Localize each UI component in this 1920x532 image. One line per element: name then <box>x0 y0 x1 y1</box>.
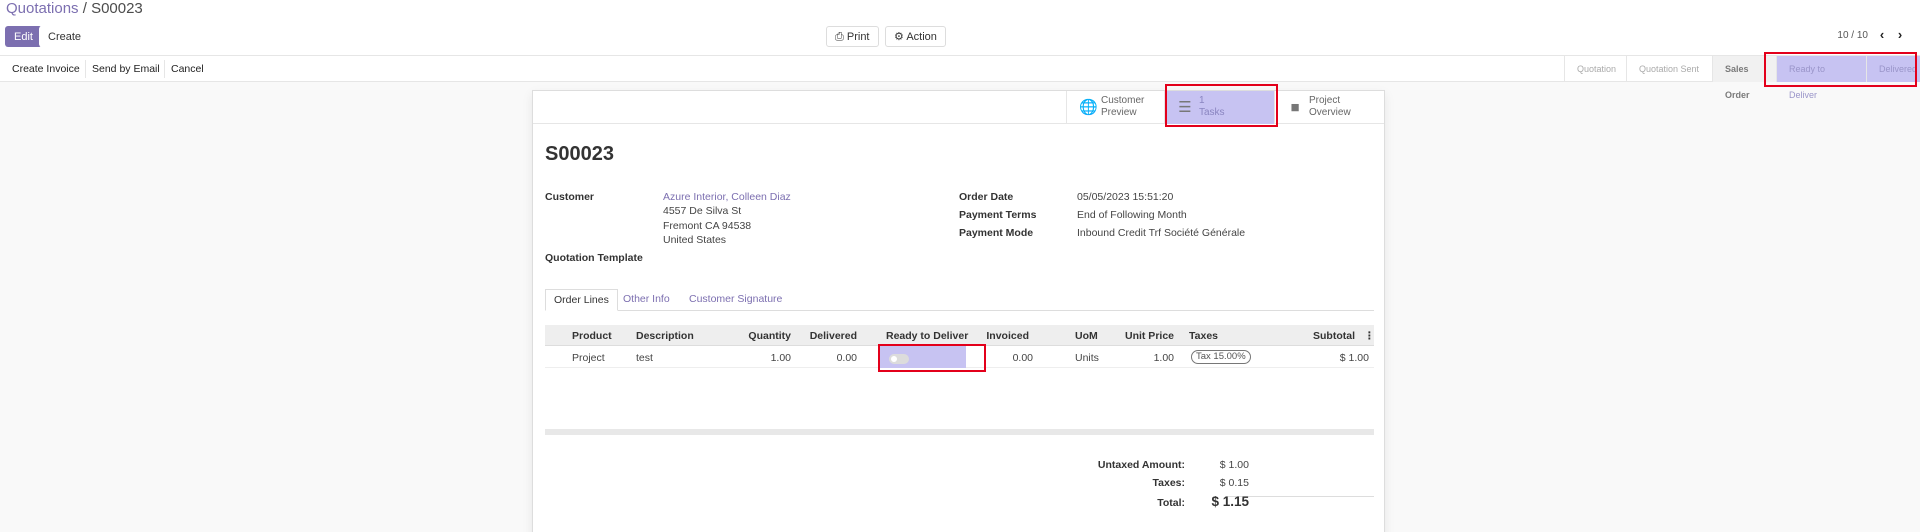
tab-order-lines[interactable]: Order Lines <box>545 289 618 311</box>
cell-product: Project <box>572 352 605 364</box>
cell-quantity: 1.00 <box>770 352 791 364</box>
taxes-label: Taxes: <box>1152 477 1186 489</box>
col-description[interactable]: Description <box>636 330 694 342</box>
customer-address-line2: Fremont CA 94538 <box>663 220 752 232</box>
col-uom[interactable]: UoM <box>1075 330 1098 342</box>
cell-unit-price: 1.00 <box>1153 352 1174 364</box>
print-button[interactable]: ⎙ Print <box>826 26 879 47</box>
highlight-tasks-button <box>1165 84 1278 127</box>
column-options-icon[interactable]: ⋮ <box>1364 330 1375 342</box>
pager-previous-button[interactable]: ‹ <box>1874 27 1890 43</box>
payment-terms-label: Payment Terms <box>959 209 1037 221</box>
order-date-value: 05/05/2023 15:51:20 <box>1077 191 1174 203</box>
customer-address-line3: United States <box>663 234 727 246</box>
breadcrumb-quotations[interactable]: Quotations <box>6 0 79 17</box>
record-title: S00023 <box>545 143 614 165</box>
breadcrumb-separator: / <box>82 0 87 17</box>
total-label: Total: <box>1157 497 1185 509</box>
breadcrumb-current: S00023 <box>91 0 143 17</box>
cell-uom: Units <box>1075 352 1099 364</box>
cell-description: test <box>636 352 653 364</box>
edit-button[interactable]: Edit <box>5 26 42 47</box>
gear-icon: ⚙ <box>894 31 904 43</box>
taxes-value: $ 0.15 <box>1219 477 1249 489</box>
control-panel: Quotations / S00023 Edit Create ⎙ Print … <box>0 0 1920 55</box>
untaxed-amount-label: Untaxed Amount: <box>1097 459 1185 471</box>
pager-next-button[interactable]: › <box>1892 27 1908 43</box>
form-sheet: 🌐 Customer Preview ☰ 1 Tasks ■ Project O… <box>532 90 1385 532</box>
cell-subtotal: $ 1.00 <box>1339 352 1369 364</box>
customer-preview-line1: Customer <box>1101 95 1145 106</box>
project-overview-line2: Overview <box>1309 107 1351 118</box>
create-button[interactable]: Create <box>39 26 91 47</box>
col-delivered[interactable]: Delivered <box>799 330 857 342</box>
col-quantity[interactable]: Quantity <box>747 330 791 342</box>
col-unit-price[interactable]: Unit Price <box>1112 330 1174 342</box>
col-product[interactable]: Product <box>572 330 612 342</box>
send-by-email-button[interactable]: Send by Email <box>85 60 166 78</box>
quotation-template-label: Quotation Template <box>545 252 643 264</box>
payment-mode-value: Inbound Credit Trf Société Générale <box>1077 227 1246 239</box>
horizontal-scrollbar[interactable] <box>545 429 1374 435</box>
tab-other-info[interactable]: Other Info <box>615 289 678 311</box>
tax-badge: Tax 15.00% <box>1191 350 1251 364</box>
globe-icon: 🌐 <box>1079 99 1098 116</box>
stage-quotation[interactable]: Quotation <box>1564 56 1626 82</box>
project-overview-button[interactable]: ■ Project Overview <box>1274 91 1384 124</box>
customer-link[interactable]: Azure Interior, Colleen Diaz <box>663 191 791 203</box>
printer-icon: ⎙ <box>835 31 844 43</box>
create-invoice-button[interactable]: Create Invoice <box>6 60 86 78</box>
cancel-button[interactable]: Cancel <box>164 60 210 78</box>
action-label: Action <box>906 31 937 43</box>
payment-terms-value: End of Following Month <box>1077 209 1187 221</box>
print-label: Print <box>846 31 870 43</box>
total-value: $ 1.15 <box>1211 494 1249 509</box>
cell-invoiced: 0.00 <box>1012 352 1033 364</box>
table-header: Product Description Quantity Delivered R… <box>545 325 1375 346</box>
project-overview-line1: Project <box>1309 95 1341 106</box>
customer-preview-button[interactable]: 🌐 Customer Preview <box>1066 91 1164 124</box>
statusbar: Create Invoice Send by Email Cancel Quot… <box>0 55 1920 100</box>
customer-address-line1: 4557 De Silva St <box>663 205 742 217</box>
col-taxes[interactable]: Taxes <box>1189 330 1218 342</box>
customer-preview-line2: Preview <box>1101 107 1137 118</box>
pager-value[interactable]: 10 / 10 <box>1837 30 1868 41</box>
payment-mode-label: Payment Mode <box>959 227 1034 239</box>
puzzle-icon: ■ <box>1290 99 1300 116</box>
action-button[interactable]: ⚙ Action <box>885 26 946 47</box>
col-subtotal[interactable]: Subtotal <box>1295 330 1355 342</box>
col-ready-to-deliver[interactable]: Ready to Deliver <box>886 330 968 342</box>
highlight-ready-to-deliver <box>878 344 986 372</box>
customer-label: Customer <box>545 191 595 203</box>
notebook-tabs: Order Lines Other Info Customer Signatur… <box>545 289 1374 311</box>
tab-customer-signature[interactable]: Customer Signature <box>681 289 790 311</box>
stage-quotation-sent[interactable]: Quotation Sent <box>1626 56 1712 82</box>
breadcrumb: Quotations / S00023 <box>6 0 143 17</box>
order-date-label: Order Date <box>959 191 1014 203</box>
untaxed-amount-value: $ 1.00 <box>1219 459 1249 471</box>
col-invoiced[interactable]: Invoiced <box>979 330 1029 342</box>
cell-delivered: 0.00 <box>836 352 857 364</box>
highlight-stages <box>1764 52 1917 87</box>
